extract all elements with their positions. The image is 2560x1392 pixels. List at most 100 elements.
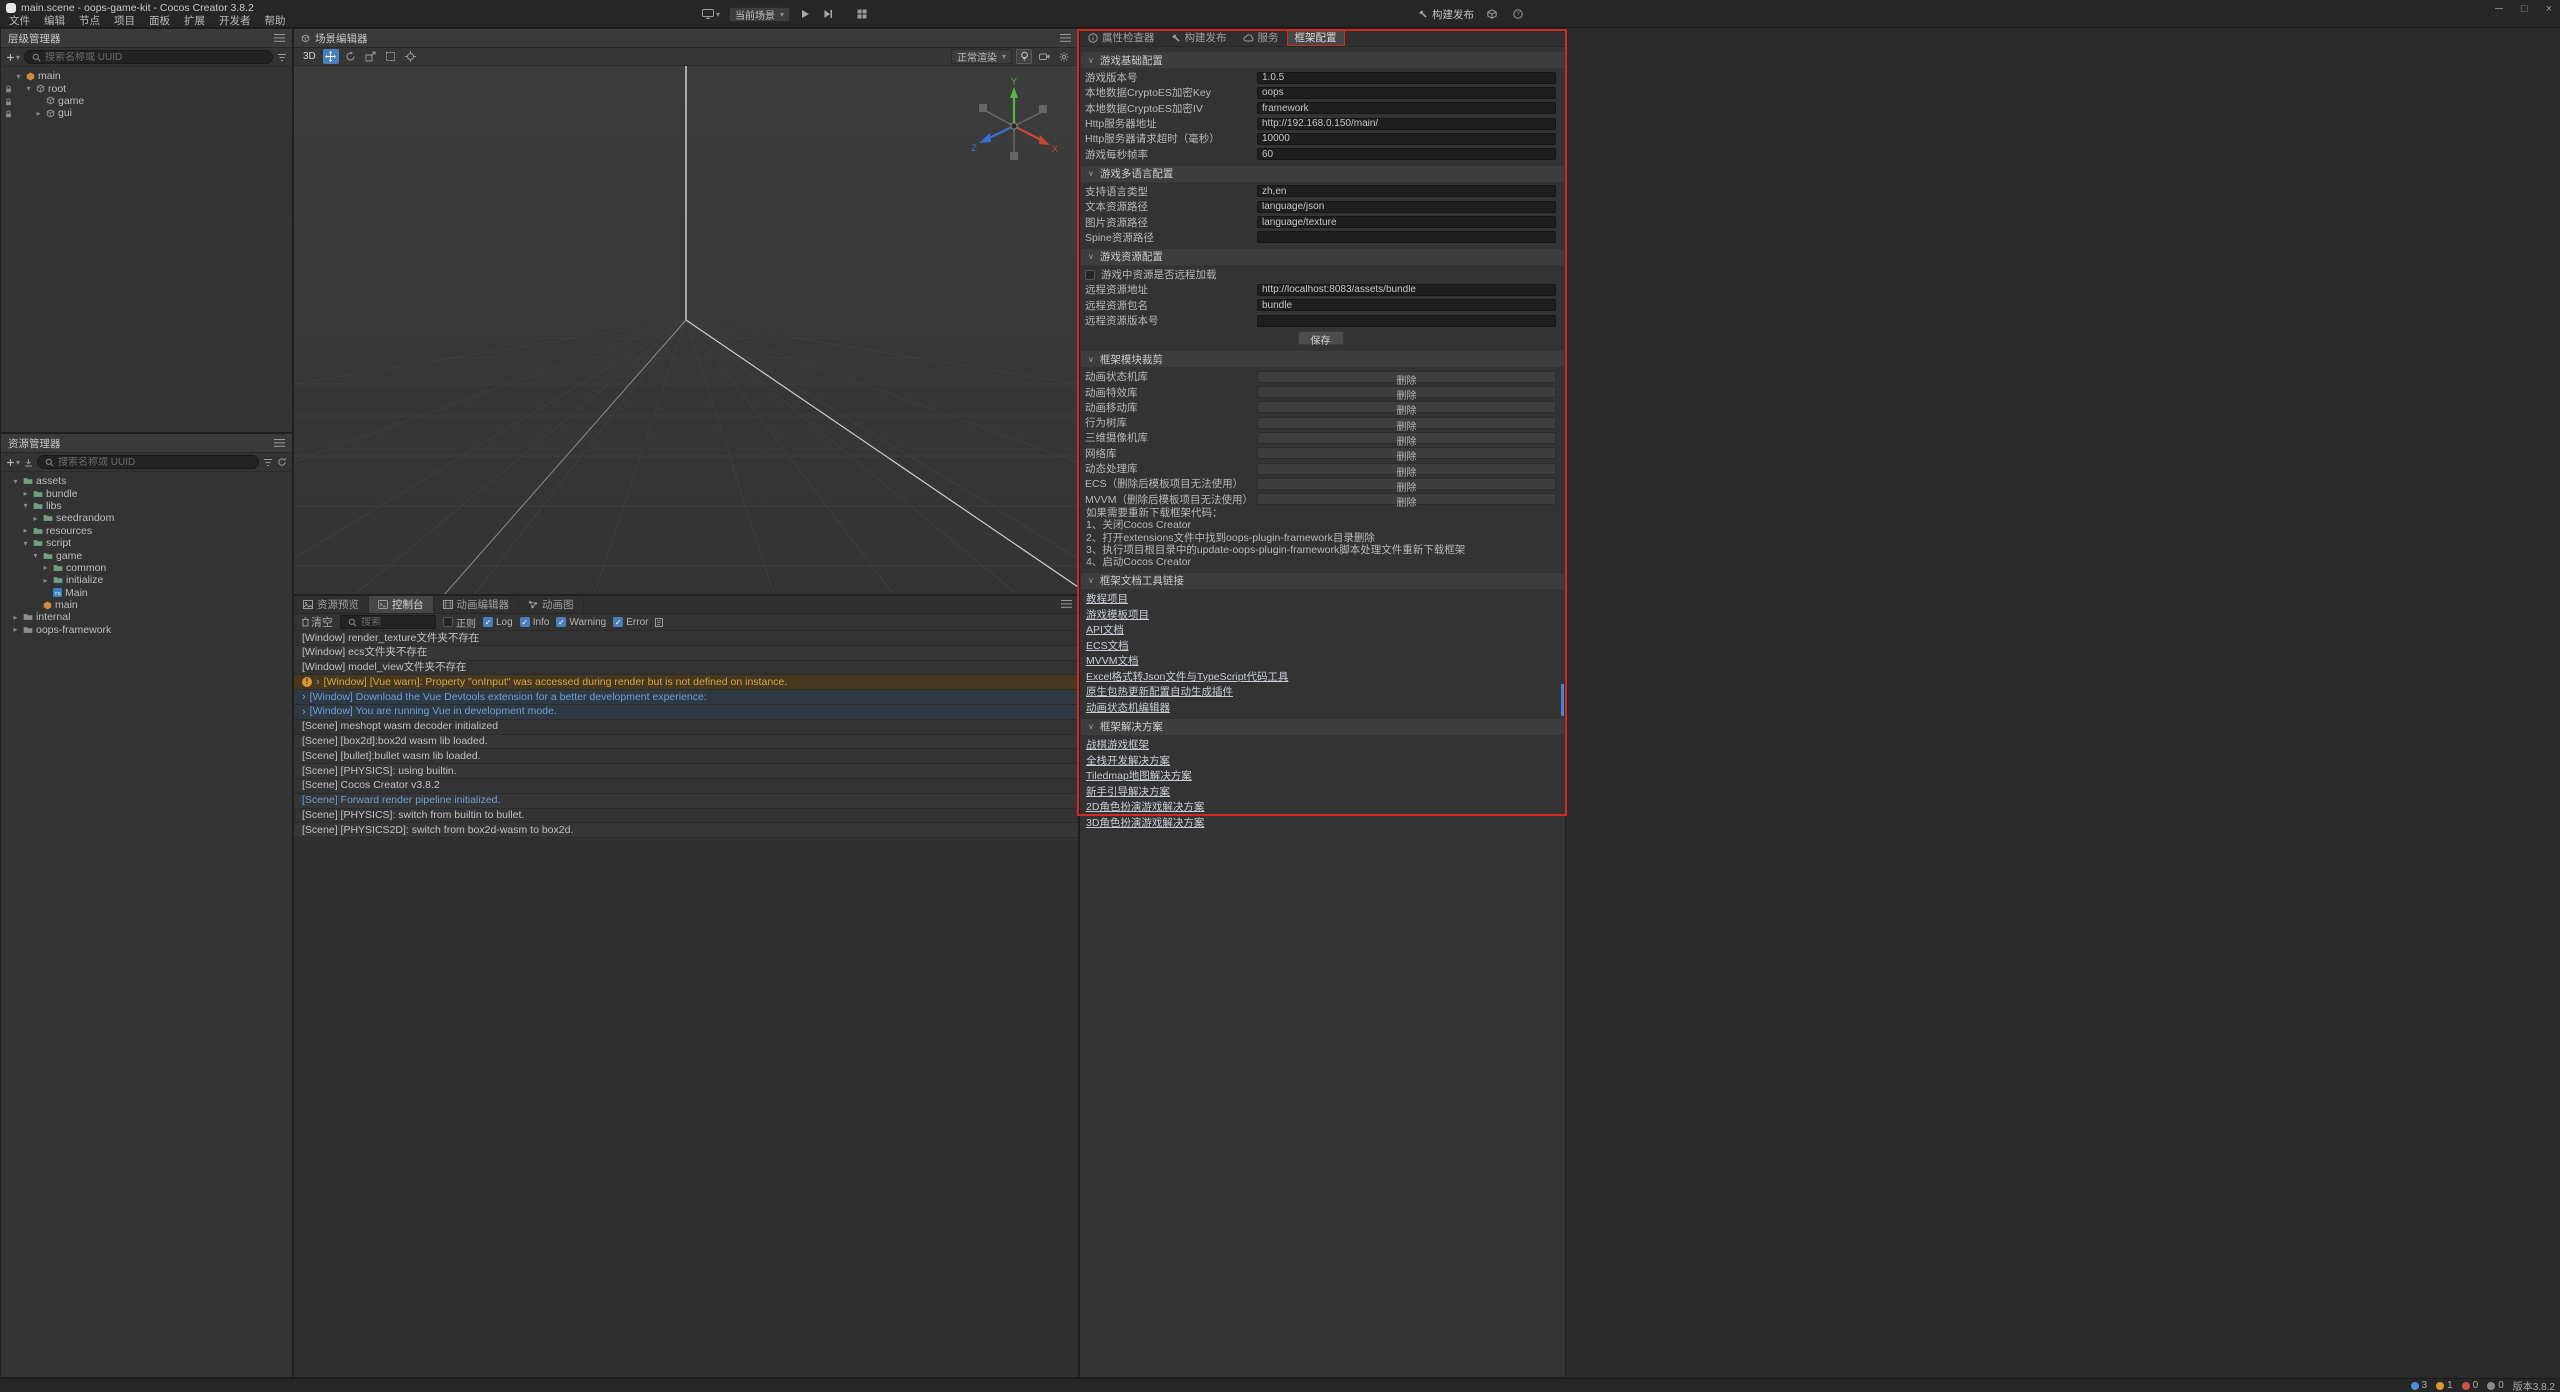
panel-menu-icon[interactable]: [1061, 600, 1072, 609]
expand-arrow-icon[interactable]: ▸: [31, 514, 40, 523]
config-input[interactable]: [1257, 72, 1556, 84]
scene-settings-button[interactable]: [1056, 49, 1072, 64]
tree-item[interactable]: game: [1, 95, 292, 107]
collapse-arrow-icon[interactable]: ▾: [21, 539, 30, 548]
expand-log-icon[interactable]: ›: [316, 677, 320, 687]
create-asset-button[interactable]: ▾: [6, 458, 20, 467]
tree-item[interactable]: ▸bundle: [1, 487, 292, 499]
expand-log-icon[interactable]: ›: [302, 707, 306, 717]
config-input[interactable]: [1257, 315, 1556, 327]
task-counter[interactable]: 0: [2487, 1380, 2504, 1391]
console-tab-4[interactable]: 动画图: [519, 596, 584, 613]
hierarchy-filter-button[interactable]: [277, 53, 287, 62]
step-button[interactable]: [820, 7, 836, 22]
log-row[interactable]: [Scene] meshopt wasm decoder initialized: [294, 720, 1078, 735]
error-counter[interactable]: 0: [2462, 1380, 2479, 1391]
menu-item-2[interactable]: 编辑: [37, 15, 72, 28]
tree-item[interactable]: ▸common: [1, 562, 292, 574]
clear-console-button[interactable]: 清空: [301, 614, 333, 630]
expand-arrow-icon[interactable]: ▸: [34, 109, 43, 118]
minimize-button[interactable]: ─: [2495, 3, 2503, 15]
assets-filter-button[interactable]: [263, 458, 273, 467]
console-tab-2[interactable]: 控制台: [369, 596, 434, 613]
inspector-tab-2[interactable]: 构建发布: [1163, 29, 1235, 46]
section-header[interactable]: ∨游戏基础配置: [1081, 52, 1564, 68]
warning-counter[interactable]: 1: [2436, 1380, 2453, 1391]
assets-search-box[interactable]: [37, 455, 259, 469]
collapse-arrow-icon[interactable]: ▾: [21, 501, 30, 510]
config-input[interactable]: [1257, 185, 1556, 197]
doc-link[interactable]: 新手引导解决方案: [1086, 784, 1170, 799]
scene-light-toggle[interactable]: [1016, 49, 1032, 64]
build-publish-button[interactable]: 构建发布: [1418, 7, 1474, 22]
rotate-tool-button[interactable]: [343, 49, 359, 64]
section-header[interactable]: ∨框架解决方案: [1081, 719, 1564, 735]
preview-target-button[interactable]: ▾: [700, 7, 722, 22]
console-tab-1[interactable]: 资源预览: [294, 596, 369, 613]
assets-search-input[interactable]: [58, 457, 251, 468]
collapse-arrow-icon[interactable]: ▾: [11, 477, 20, 486]
config-input[interactable]: [1257, 216, 1556, 228]
orientation-gizmo[interactable]: Y X Z: [966, 78, 1062, 174]
menu-item-8[interactable]: 帮助: [258, 15, 293, 28]
log-row[interactable]: [Scene] Cocos Creator v3.8.2: [294, 779, 1078, 794]
console-search-box[interactable]: [340, 615, 436, 629]
expand-arrow-icon[interactable]: ▸: [41, 576, 50, 585]
doc-link[interactable]: API文档: [1086, 622, 1124, 637]
log-row[interactable]: ›[Window] You are running Vue in develop…: [294, 705, 1078, 720]
tree-item[interactable]: ▾libs: [1, 500, 292, 512]
menu-item-7[interactable]: 开发者: [212, 15, 258, 28]
filter-warning-checkbox[interactable]: ✓Warning: [556, 617, 606, 628]
expand-arrow-icon[interactable]: ▸: [21, 489, 30, 498]
inspector-tab-4[interactable]: 框架配置: [1287, 29, 1345, 46]
panel-menu-icon[interactable]: [274, 439, 285, 448]
log-row[interactable]: ›[Window] Download the Vue Devtools exte…: [294, 690, 1078, 705]
package-manager-button[interactable]: [1484, 7, 1500, 22]
doc-link[interactable]: 原生包热更新配置自动生成插件: [1086, 684, 1233, 699]
config-input[interactable]: [1257, 201, 1556, 213]
section-header[interactable]: ∨框架文档工具链接: [1081, 573, 1564, 589]
play-button[interactable]: [797, 7, 813, 22]
log-row[interactable]: [Window] render_texture文件夹不存在: [294, 631, 1078, 646]
menu-item-3[interactable]: 节点: [72, 15, 107, 28]
delete-module-button[interactable]: 删除: [1257, 371, 1556, 383]
regex-checkbox[interactable]: 正则: [443, 615, 476, 630]
doc-link[interactable]: 2D角色扮演游戏解决方案: [1086, 799, 1204, 814]
expand-arrow-icon[interactable]: ▸: [21, 526, 30, 535]
doc-link[interactable]: ECS文档: [1086, 638, 1129, 653]
config-input[interactable]: [1257, 299, 1556, 311]
expand-arrow-icon[interactable]: ▸: [11, 625, 20, 634]
config-input[interactable]: [1257, 284, 1556, 296]
log-row[interactable]: !›[Window] [Vue warn]: Property "onInput…: [294, 675, 1078, 690]
menu-item-4[interactable]: 项目: [107, 15, 142, 28]
doc-link[interactable]: Excel格式转Json文件与TypeScript代码工具: [1086, 669, 1288, 684]
delete-module-button[interactable]: 删除: [1257, 401, 1556, 413]
console-tab-3[interactable]: 动画编辑器: [434, 596, 520, 613]
delete-module-button[interactable]: 删除: [1257, 432, 1556, 444]
config-input[interactable]: [1257, 231, 1556, 243]
collapse-arrow-icon[interactable]: ▾: [31, 551, 40, 560]
expand-arrow-icon[interactable]: ▸: [41, 563, 50, 572]
section-header[interactable]: ∨框架模块裁剪: [1081, 351, 1564, 367]
doc-link[interactable]: MVVM文档: [1086, 653, 1139, 668]
expand-log-icon[interactable]: ›: [302, 692, 306, 702]
doc-link[interactable]: 教程项目: [1086, 591, 1128, 606]
create-node-button[interactable]: ▾: [6, 53, 20, 62]
delete-module-button[interactable]: 删除: [1257, 447, 1556, 459]
log-row[interactable]: [Scene] Forward render pipeline initiali…: [294, 794, 1078, 809]
maximize-button[interactable]: □: [2521, 3, 2528, 15]
tree-item[interactable]: ▾assets: [1, 475, 292, 487]
lock-icon[interactable]: [5, 109, 12, 121]
hierarchy-search-box[interactable]: [24, 50, 273, 64]
delete-module-button[interactable]: 删除: [1257, 493, 1556, 505]
log-row[interactable]: [Window] model_view文件夹不存在: [294, 661, 1078, 676]
log-row[interactable]: [Scene] [bullet]:bullet wasm lib loaded.: [294, 749, 1078, 764]
dimension-toggle[interactable]: 3D: [300, 51, 319, 62]
move-tool-button[interactable]: [323, 49, 339, 64]
close-button[interactable]: ×: [2546, 3, 2552, 15]
help-button[interactable]: ?: [1510, 7, 1526, 22]
collapse-arrow-icon[interactable]: ▾: [24, 84, 33, 93]
menu-item-1[interactable]: 文件: [2, 15, 37, 28]
config-input[interactable]: [1257, 118, 1556, 130]
log-row[interactable]: [Window] ecs文件夹不存在: [294, 646, 1078, 661]
